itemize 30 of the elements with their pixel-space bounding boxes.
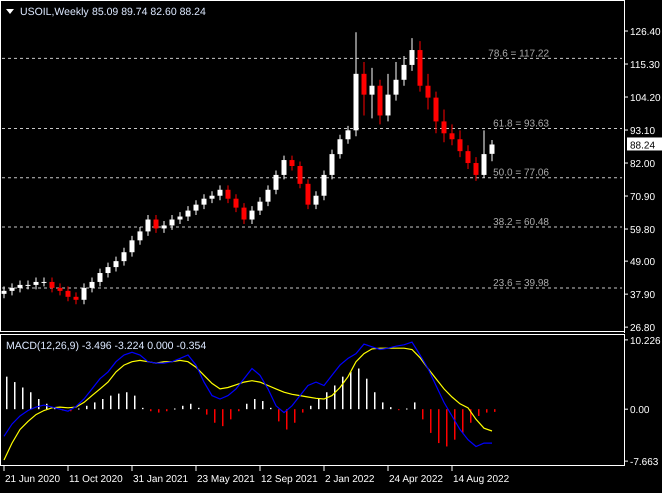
date-axis-label: 2 Jan 2022 — [325, 474, 374, 485]
fibonacci-level-label: 50.0 = 77.06 — [493, 168, 549, 179]
macd-axis-label: 0.00 — [630, 405, 650, 416]
fibonacci-level-label: 38.2 = 60.48 — [493, 217, 549, 228]
fibonacci-level-label: 23.6 = 39.98 — [493, 278, 549, 289]
symbol-label: USOIL,Weekly — [20, 6, 89, 18]
ohlc-values: 85.09 89.74 82.60 88.24 — [92, 6, 206, 18]
date-axis-label: 14 Aug 2022 — [453, 474, 510, 485]
date-axis-label: 21 Jun 2020 — [5, 474, 60, 485]
macd-axis-label: -7.663 — [630, 457, 658, 466]
date-axis-label: 23 May 2021 — [197, 474, 255, 485]
date-axis-label: 11 Oct 2020 — [69, 474, 123, 485]
fibonacci-level-label: 61.8 = 93.63 — [493, 118, 549, 130]
price-axis-label: 49.00 — [630, 257, 656, 268]
price-axis-label: 82.00 — [630, 159, 656, 170]
price-axis-label: 93.10 — [630, 126, 656, 138]
date-axis-label: 24 Apr 2022 — [389, 474, 443, 485]
current-price-tag: 88.24 — [627, 137, 662, 152]
price-axis-label: 115.30 — [630, 60, 660, 72]
price-axis-label: 59.80 — [630, 225, 656, 236]
date-axis-label: 31 Jan 2021 — [133, 474, 188, 485]
price-axis-label: 126.40 — [630, 27, 661, 38]
macd-axis-label: 10.226 — [630, 336, 661, 347]
price-axis-label: 37.90 — [630, 290, 656, 302]
date-axis-label: 12 Sep 2021 — [261, 474, 318, 485]
price-axis-label: 26.80 — [630, 323, 656, 333]
fibonacci-level-label: 78.6 = 117.22 — [488, 48, 549, 60]
macd-label: MACD(12,26,9) -3.496 -3.224 0.000 -0.354 — [6, 340, 206, 352]
price-axis-label: 70.90 — [630, 192, 656, 204]
price-axis-label: 104.20 — [630, 93, 661, 104]
